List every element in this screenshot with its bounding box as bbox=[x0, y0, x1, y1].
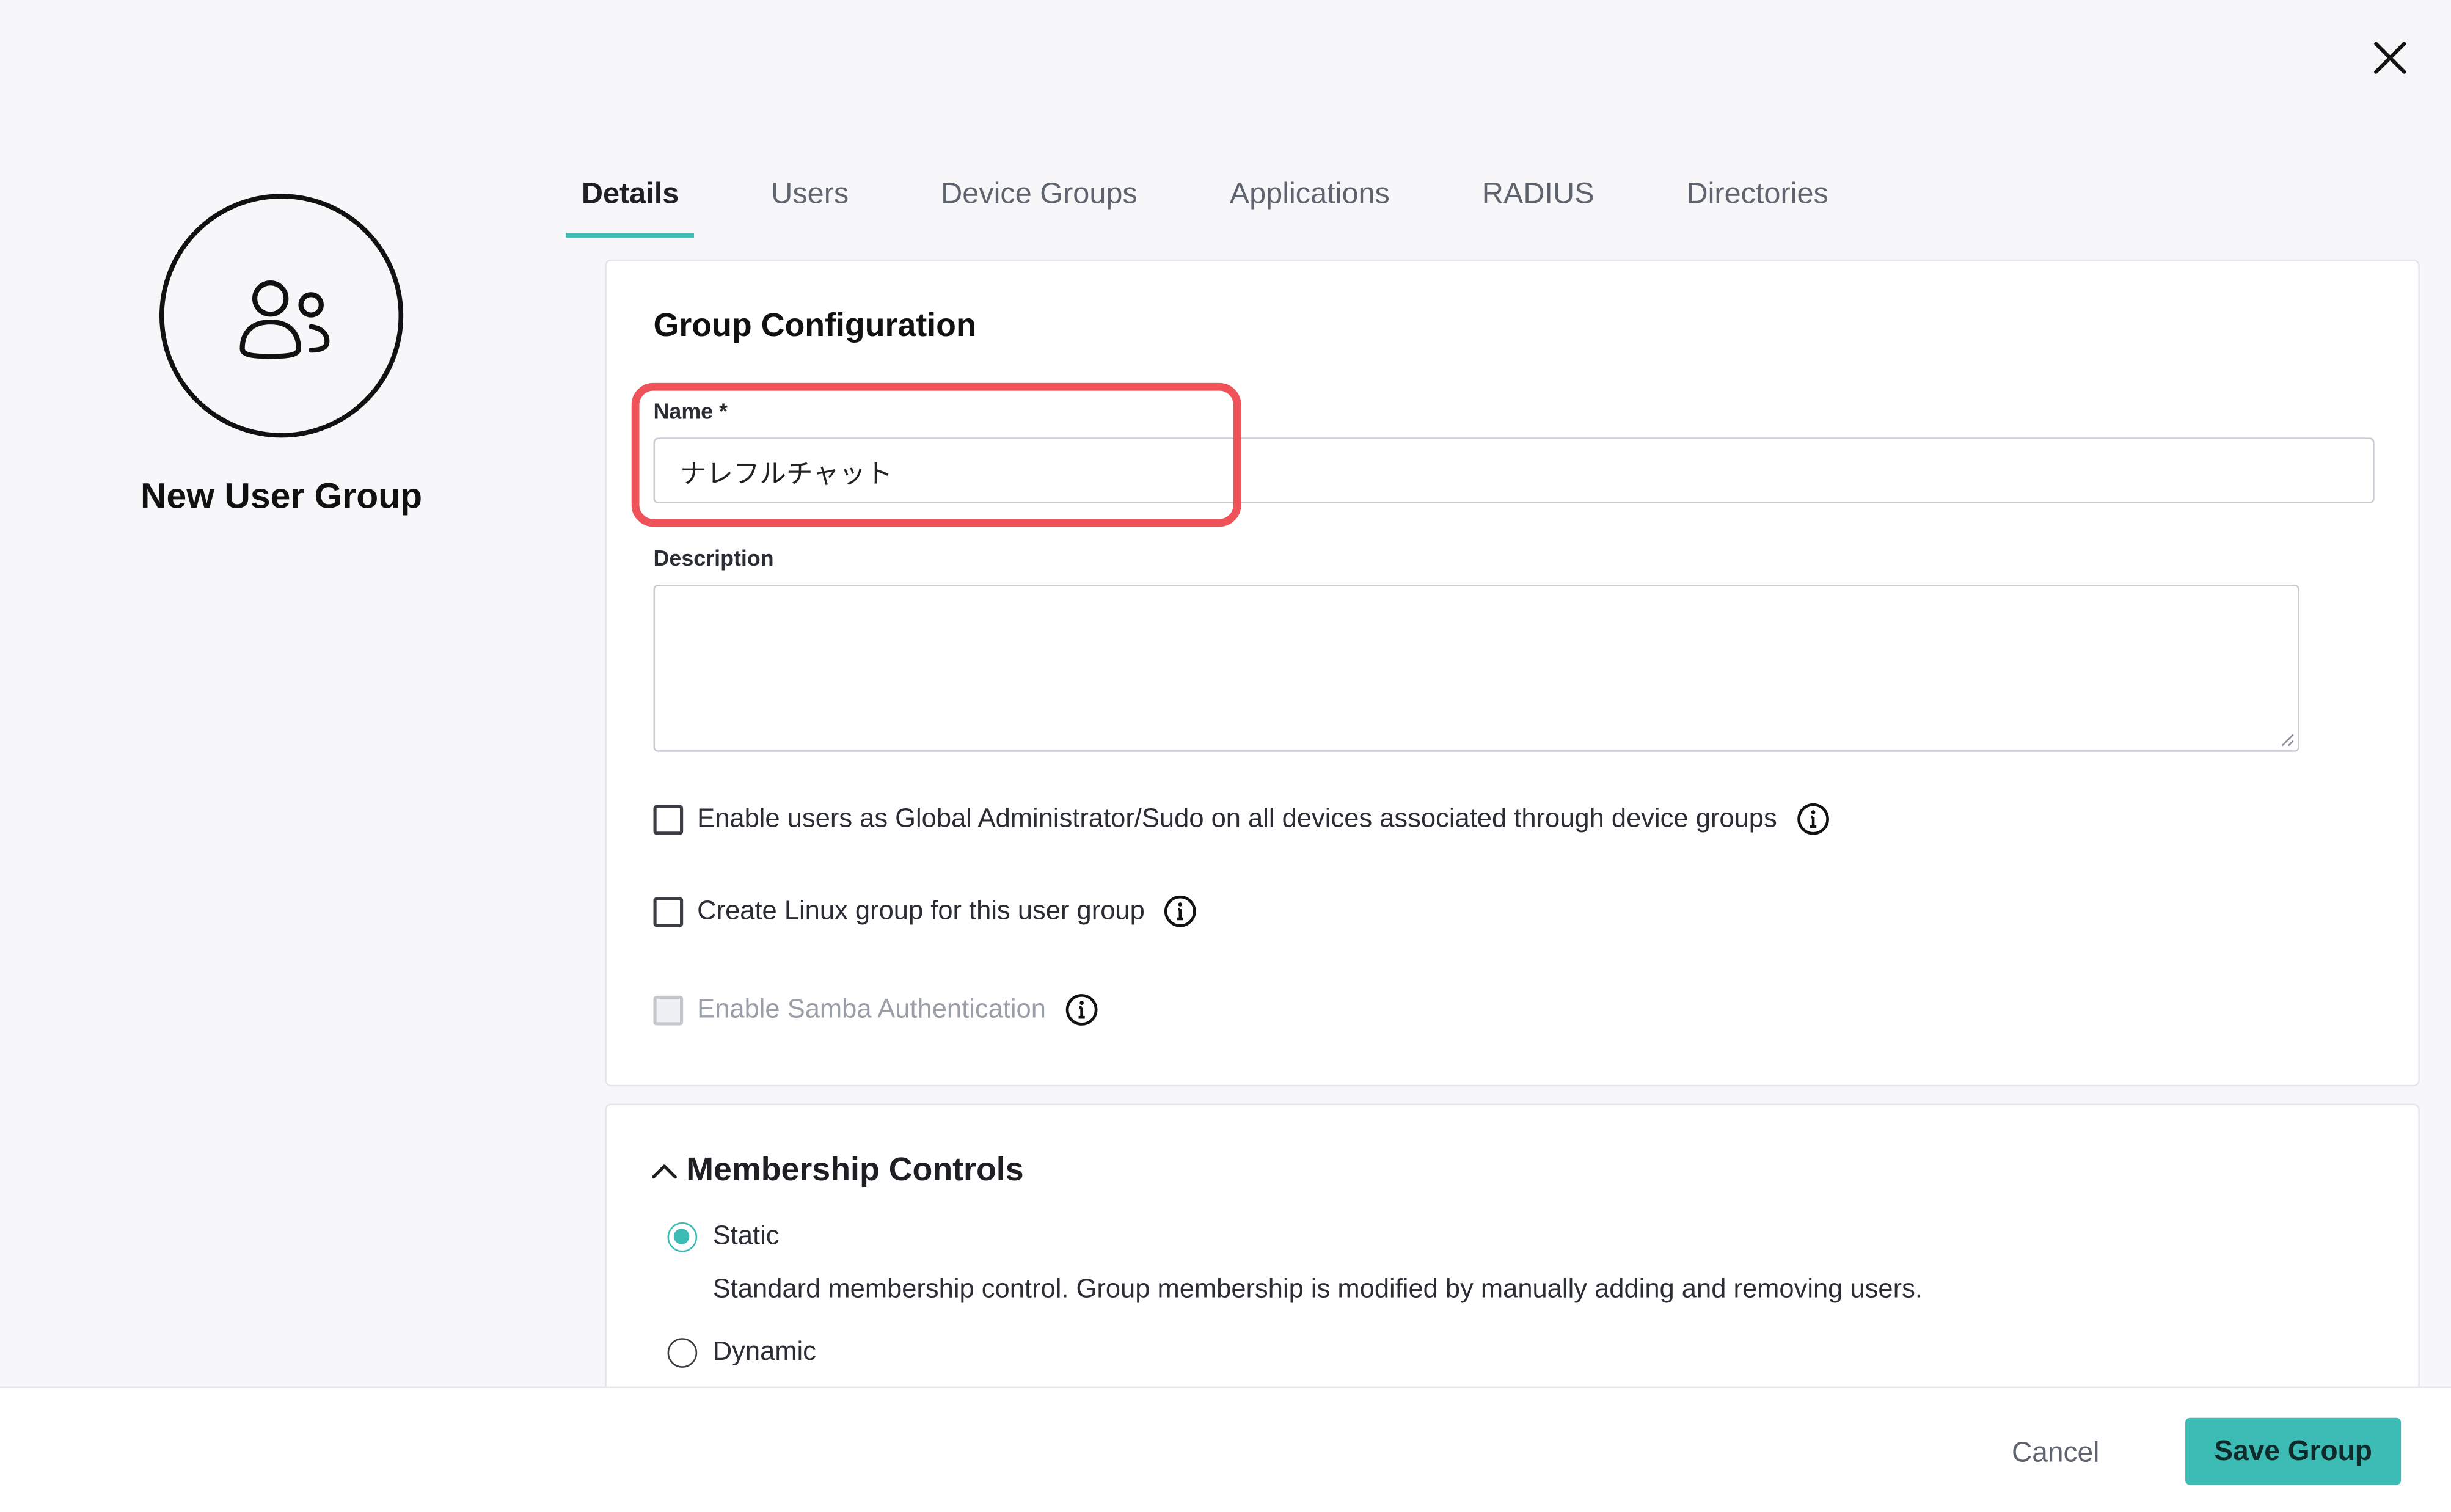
tab-device-groups[interactable]: Device Groups bbox=[926, 169, 1153, 238]
group-avatar bbox=[159, 194, 404, 438]
tab-users[interactable]: Users bbox=[756, 169, 864, 238]
global-admin-checkbox[interactable] bbox=[653, 804, 684, 835]
cancel-button[interactable]: Cancel bbox=[1985, 1419, 2126, 1485]
static-radio[interactable] bbox=[667, 1221, 698, 1252]
samba-auth-checkbox bbox=[653, 995, 684, 1025]
name-input[interactable] bbox=[653, 437, 2375, 503]
linux-group-label: Create Linux group for this user group bbox=[697, 896, 1145, 926]
membership-controls-card: Membership Controls Static Standard memb… bbox=[605, 1103, 2420, 1417]
description-textarea[interactable] bbox=[653, 584, 2299, 752]
dynamic-label: Dynamic bbox=[712, 1336, 816, 1367]
group-configuration-heading: Group Configuration bbox=[653, 308, 976, 344]
membership-controls-toggle[interactable]: Membership Controls bbox=[650, 1152, 1024, 1189]
static-label: Static bbox=[712, 1221, 780, 1251]
close-button[interactable] bbox=[2364, 31, 2417, 84]
name-label: Name * bbox=[653, 398, 728, 424]
info-icon[interactable] bbox=[1164, 894, 1198, 929]
tab-bar: Details Users Device Groups Applications… bbox=[566, 169, 1905, 238]
static-description: Standard membership control. Group membe… bbox=[712, 1274, 1923, 1304]
resize-grip-icon[interactable] bbox=[2279, 731, 2295, 747]
tab-details[interactable]: Details bbox=[566, 169, 695, 238]
dialog-footer: Cancel Save Group bbox=[0, 1386, 2451, 1512]
users-icon bbox=[239, 280, 330, 359]
new-user-group-dialog: New User Group Details Users Device Grou… bbox=[0, 0, 2451, 1512]
group-configuration-card: Group Configuration Name * Description E… bbox=[605, 259, 2420, 1087]
samba-auth-option: Enable Samba Authentication bbox=[653, 993, 1099, 1027]
dynamic-radio[interactable] bbox=[667, 1337, 698, 1367]
linux-group-option: Create Linux group for this user group bbox=[653, 894, 1198, 929]
info-icon[interactable] bbox=[1065, 993, 1099, 1027]
tab-radius[interactable]: RADIUS bbox=[1466, 169, 1610, 238]
membership-controls-heading: Membership Controls bbox=[686, 1152, 1024, 1188]
close-icon bbox=[2374, 42, 2406, 74]
samba-auth-label: Enable Samba Authentication bbox=[697, 994, 1046, 1024]
global-admin-option: Enable users as Global Administrator/Sud… bbox=[653, 802, 1830, 836]
save-group-button[interactable]: Save Group bbox=[2185, 1417, 2402, 1485]
dynamic-option[interactable]: Dynamic bbox=[667, 1336, 816, 1368]
chevron-up-icon bbox=[651, 1164, 677, 1179]
tab-applications[interactable]: Applications bbox=[1214, 169, 1405, 238]
global-admin-label: Enable users as Global Administrator/Sud… bbox=[697, 803, 1777, 833]
group-title: New User Group bbox=[141, 475, 423, 516]
description-label: Description bbox=[653, 545, 774, 571]
info-icon[interactable] bbox=[1795, 802, 1830, 836]
tab-directories[interactable]: Directories bbox=[1671, 169, 1844, 238]
static-option[interactable]: Static bbox=[667, 1221, 780, 1252]
linux-group-checkbox[interactable] bbox=[653, 896, 684, 927]
